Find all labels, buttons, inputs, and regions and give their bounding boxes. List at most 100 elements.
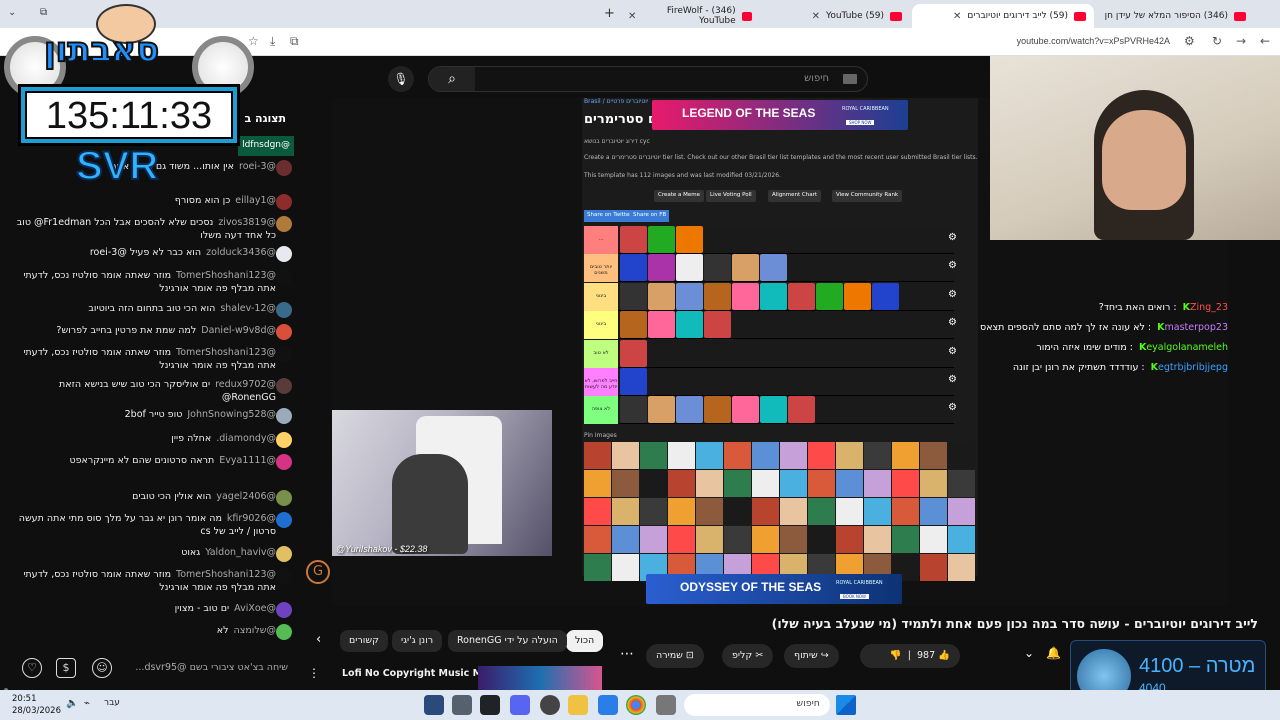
pool-image[interactable]: [920, 498, 947, 525]
chat-username[interactable]: @kfir9026: [227, 513, 276, 524]
pool-image[interactable]: [668, 526, 695, 553]
tier-item-image[interactable]: [844, 282, 871, 310]
pool-image[interactable]: [920, 554, 947, 581]
pool-image[interactable]: [696, 498, 723, 525]
chip-uploaded-by[interactable]: הועלה על ידי RonenGG: [448, 630, 567, 652]
tier-item-image[interactable]: [704, 254, 731, 282]
tier-item-image[interactable]: [760, 396, 787, 424]
pool-image[interactable]: [584, 442, 611, 469]
chat-username[interactable]: @JohnSnowing528: [187, 409, 276, 420]
alignment-chart-button[interactable]: Alignment Chart: [768, 190, 822, 202]
tier-item-image[interactable]: [620, 339, 647, 367]
chat-username[interactable]: @zolduck3436: [206, 247, 276, 258]
task-view-icon[interactable]: [656, 695, 676, 715]
avatar[interactable]: [276, 346, 292, 362]
community-rank-button[interactable]: View Community Rank: [832, 190, 903, 202]
windows-start-icon[interactable]: [836, 695, 856, 715]
share-fb-button[interactable]: Share on FB: [630, 210, 670, 222]
recommended-thumbnail[interactable]: [478, 666, 602, 690]
chip-ronen[interactable]: רונן ג'יגי: [392, 630, 443, 652]
reload-icon[interactable]: ↻: [1212, 34, 1222, 48]
tier-item-image[interactable]: [788, 282, 815, 310]
pool-image[interactable]: [780, 526, 807, 553]
avatar[interactable]: [276, 160, 292, 176]
tier-item-image[interactable]: [760, 282, 787, 310]
avatar[interactable]: [276, 194, 292, 210]
network-icon[interactable]: ⌁: [84, 698, 90, 709]
discord-icon[interactable]: [510, 695, 530, 715]
gear-icon[interactable]: ⚙: [948, 346, 957, 357]
pool-image[interactable]: [948, 526, 975, 553]
tier-item-image[interactable]: [704, 311, 731, 339]
pool-image[interactable]: [640, 470, 667, 497]
pool-image[interactable]: [864, 442, 891, 469]
tier-item-image[interactable]: [732, 254, 759, 282]
tier-item-image[interactable]: [648, 226, 675, 253]
pool-image[interactable]: [612, 526, 639, 553]
tier-item-image[interactable]: [620, 311, 647, 339]
tier-item-image[interactable]: [732, 282, 759, 310]
chat-username[interactable]: @Daniel-w9v8d: [201, 325, 276, 336]
app-icon[interactable]: [480, 695, 500, 715]
pool-image[interactable]: [892, 498, 919, 525]
speaker-icon[interactable]: 🔈: [66, 698, 78, 709]
save-button[interactable]: ⊡ שמירה: [646, 644, 704, 668]
heart-icon[interactable]: ♡: [22, 658, 42, 678]
pool-image[interactable]: [668, 470, 695, 497]
pool-image[interactable]: [724, 526, 751, 553]
tab-youtube[interactable]: (59) YouTube ✕: [760, 4, 910, 28]
avatar[interactable]: [276, 378, 292, 394]
chip-all[interactable]: הכול: [566, 630, 604, 652]
tier-item-image[interactable]: [788, 396, 815, 424]
pool-image[interactable]: [668, 498, 695, 525]
pool-image[interactable]: [696, 442, 723, 469]
chat-input[interactable]: שיחה בצ'אט ציבורי בשם @dsvr95...: [120, 658, 288, 680]
pool-image[interactable]: [948, 442, 975, 469]
pool-image[interactable]: [752, 470, 779, 497]
chat-username[interactable]: @Yaldon_haviv: [205, 547, 276, 558]
pool-image[interactable]: [836, 470, 863, 497]
avatar[interactable]: [276, 269, 292, 285]
pool-image[interactable]: [892, 442, 919, 469]
recommended-title[interactable]: Lofi No Copyright Music Mix: [342, 668, 491, 679]
chevron-down-icon[interactable]: ⌄: [1024, 646, 1034, 660]
close-icon[interactable]: ✕: [628, 11, 636, 22]
pool-image[interactable]: [724, 442, 751, 469]
tab-active-live[interactable]: (59) לייב דירוגים יוטיוברים ✕: [912, 4, 1094, 28]
pool-image[interactable]: [584, 498, 611, 525]
pool-image[interactable]: [808, 526, 835, 553]
gear-icon[interactable]: ⚙: [948, 374, 957, 385]
gear-icon[interactable]: ⚙: [948, 232, 957, 243]
pool-image[interactable]: [948, 498, 975, 525]
tier-item-image[interactable]: [732, 396, 759, 424]
chat-username[interactable]: @TomerShoshani123: [176, 569, 276, 580]
pool-image[interactable]: [584, 526, 611, 553]
pool-image[interactable]: [920, 442, 947, 469]
pool-image[interactable]: [612, 470, 639, 497]
pool-image[interactable]: [864, 498, 891, 525]
avatar[interactable]: [276, 568, 292, 584]
avatar[interactable]: [276, 246, 292, 262]
steam-icon[interactable]: [424, 695, 444, 715]
tier-item-image[interactable]: [620, 368, 647, 395]
ad-cta[interactable]: BOOK NOW: [840, 594, 869, 599]
language-indicator[interactable]: עבר: [104, 698, 120, 708]
avatar[interactable]: [276, 624, 292, 640]
tier-item-image[interactable]: [620, 226, 647, 253]
pool-image[interactable]: [836, 526, 863, 553]
chevron-left-icon[interactable]: ‹: [316, 632, 321, 647]
download-icon[interactable]: ⤓: [270, 34, 275, 49]
tier-item-image[interactable]: [676, 396, 703, 424]
tab-idan-chen[interactable]: (346) הסיפור המלא של עידן חן: [1094, 4, 1254, 28]
media-player-icon[interactable]: [540, 695, 560, 715]
chat-scrollbar[interactable]: [0, 136, 10, 716]
tier-item-image[interactable]: [648, 396, 675, 424]
like-dislike-bar[interactable]: 👍 987 | 👎: [860, 644, 960, 668]
share-twitter-button[interactable]: Share on Twitter: [584, 210, 635, 222]
gear-icon[interactable]: ⚙: [948, 260, 957, 271]
chat-username[interactable]: @TomerShoshani123: [176, 270, 276, 281]
bell-icon[interactable]: 🔔: [1046, 646, 1061, 660]
chat-username[interactable]: @diamondy.: [216, 433, 276, 444]
tier-item-image[interactable]: [620, 254, 647, 282]
share-button[interactable]: ↪ שיתוף: [784, 644, 839, 668]
